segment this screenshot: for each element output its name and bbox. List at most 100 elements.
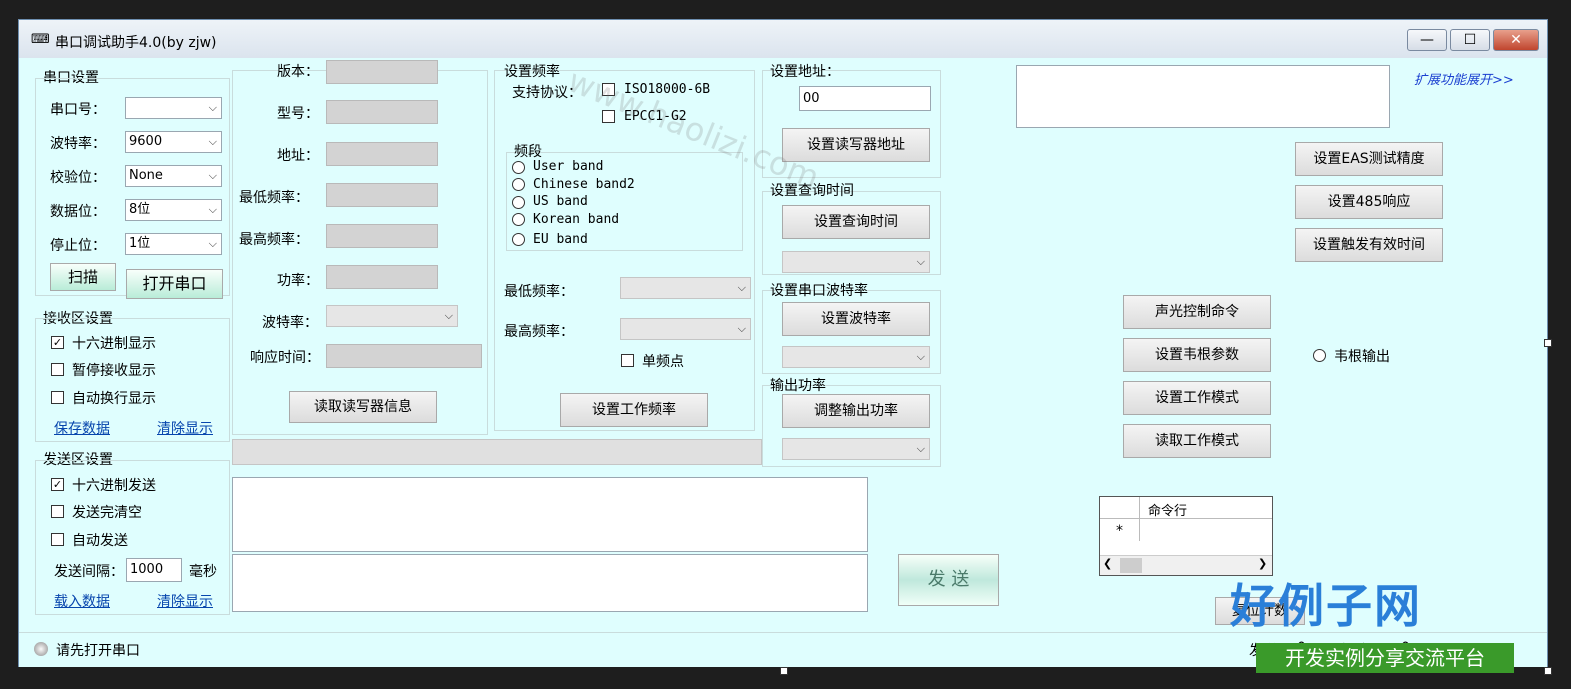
reset-count-button[interactable]: 复位计数 [1215, 597, 1305, 625]
parity-select[interactable]: None ⌵ [125, 165, 222, 187]
parity-label: 校验位： [50, 170, 106, 186]
port-label: 串口号： [50, 102, 106, 118]
expand-functions-link[interactable]: 扩展功能展开>> [1414, 69, 1514, 88]
send-button[interactable]: 发 送 [898, 554, 999, 606]
load-data-link[interactable]: 载入数据 [54, 591, 110, 611]
save-data-link[interactable]: 保存数据 [54, 418, 110, 438]
clear-send-link[interactable]: 清除显示 [157, 591, 213, 611]
sound-light-button[interactable]: 声光控制命令 [1123, 295, 1271, 329]
grid-corner [1100, 497, 1140, 519]
resize-handle-bottom[interactable] [780, 667, 788, 675]
read-work-mode-button[interactable]: 读取工作模式 [1123, 424, 1271, 458]
info-textbox[interactable] [1016, 65, 1390, 128]
grid-new-row-marker: * [1100, 519, 1140, 541]
epcc1-checkbox[interactable] [602, 110, 615, 123]
app-window: ⌨ 串口调试助手4.0(by zjw) — ☐ ✕ 串口设置 串口号： ⌵ 波特… [18, 19, 1548, 667]
set-485-response-button[interactable]: 设置485响应 [1295, 185, 1443, 219]
chevron-down-icon: ⌵ [916, 255, 925, 268]
interval-unit: 毫秒 [189, 564, 217, 580]
band-min-select[interactable]: ⌵ [620, 277, 751, 299]
band-label-us: US band [533, 194, 588, 209]
band-radio-eu[interactable] [512, 233, 525, 246]
query-group-title: 设置查询时间 [770, 183, 854, 199]
address-group-title: 设置地址： [770, 64, 840, 80]
chevron-down-icon: ⌵ [916, 350, 925, 363]
power-field [326, 265, 438, 289]
clear-receive-link[interactable]: 清除显示 [157, 418, 213, 438]
band-radio-korean[interactable] [512, 213, 525, 226]
status-text: 请先打开串口 [56, 643, 140, 659]
wiegand-output-label: 韦根输出 [1334, 349, 1390, 365]
set-work-freq-button[interactable]: 设置工作频率 [560, 393, 708, 427]
chevron-down-icon: ⌵ [208, 237, 217, 250]
sent-count-value: 0 [1297, 640, 1306, 656]
chevron-down-icon: ⌵ [444, 309, 453, 322]
single-freq-checkbox[interactable] [621, 354, 634, 367]
minimize-button[interactable]: — [1407, 29, 1447, 51]
title-bar: ⌨ 串口调试助手4.0(by zjw) — ☐ ✕ [19, 20, 1547, 58]
read-reader-info-button[interactable]: 读取读写器信息 [289, 391, 437, 423]
send-textarea[interactable] [232, 554, 868, 612]
band-radio-chinese2[interactable] [512, 178, 525, 191]
receive-textarea[interactable] [232, 477, 868, 552]
set-baud-button[interactable]: 设置波特率 [782, 302, 930, 336]
hex-display-checkbox[interactable]: ✓ [51, 336, 64, 349]
iso18000-checkbox[interactable] [602, 83, 615, 96]
window-title: 串口调试助手4.0(by zjw) [55, 35, 217, 51]
epcc1-label: EPCC1-G2 [624, 109, 687, 124]
auto-wrap-checkbox[interactable] [51, 391, 64, 404]
auto-wrap-label: 自动换行显示 [72, 391, 156, 407]
port-baud-group-title: 设置串口波特率 [770, 283, 868, 299]
scroll-thumb[interactable] [1120, 558, 1142, 573]
databits-select[interactable]: 8位 ⌵ [125, 199, 222, 221]
chevron-down-icon: ⌵ [208, 101, 217, 114]
reader-baud-select[interactable]: ⌵ [326, 305, 458, 327]
hex-send-checkbox[interactable]: ✓ [51, 478, 64, 491]
chevron-down-icon: ⌵ [208, 135, 217, 148]
stopbits-select[interactable]: 1位 ⌵ [125, 233, 222, 255]
scroll-left-icon[interactable]: ❮ [1103, 557, 1112, 570]
set-eas-precision-button[interactable]: 设置EAS测试精度 [1295, 142, 1443, 176]
port-select[interactable]: ⌵ [125, 97, 222, 119]
scan-button[interactable]: 扫描 [50, 263, 116, 291]
chevron-down-icon: ⌵ [916, 442, 925, 455]
query-time-select[interactable]: ⌵ [782, 251, 930, 273]
set-work-mode-button[interactable]: 设置工作模式 [1123, 381, 1271, 415]
port-baud-select[interactable]: ⌵ [782, 346, 930, 368]
set-reader-address-button[interactable]: 设置读写器地址 [782, 128, 930, 162]
protocol-label: 支持协议： [512, 85, 582, 101]
band-radio-user[interactable] [512, 161, 525, 174]
output-power-select[interactable]: ⌵ [782, 438, 930, 460]
clear-after-send-checkbox[interactable] [51, 505, 64, 518]
maximize-button[interactable]: ☐ [1450, 29, 1490, 51]
response-time-label: 响应时间： [250, 350, 320, 366]
scroll-right-icon[interactable]: ❯ [1258, 557, 1267, 570]
grid-hscrollbar[interactable]: ❮ ❯ [1100, 555, 1272, 575]
frequency-group-title: 设置频率 [504, 64, 560, 80]
set-query-time-button[interactable]: 设置查询时间 [782, 205, 930, 239]
pause-receive-checkbox[interactable] [51, 363, 64, 376]
close-button[interactable]: ✕ [1493, 29, 1539, 51]
baud-select[interactable]: 9600 ⌵ [125, 131, 222, 153]
chevron-down-icon: ⌵ [737, 281, 746, 294]
chevron-down-icon: ⌵ [208, 203, 217, 216]
adjust-power-button[interactable]: 调整输出功率 [782, 394, 930, 428]
power-label: 功率： [277, 273, 319, 289]
command-grid[interactable]: 命令行 * ❮ ❯ [1099, 496, 1273, 576]
wiegand-output-radio[interactable] [1313, 349, 1326, 362]
band-radio-us[interactable] [512, 196, 525, 209]
set-wiegand-params-button[interactable]: 设置韦根参数 [1123, 338, 1271, 372]
min-freq-field [326, 183, 438, 207]
recv-count-value: 0 [1401, 640, 1410, 656]
set-trigger-time-button[interactable]: 设置触发有效时间 [1295, 228, 1443, 262]
interval-input[interactable]: 1000 [126, 558, 182, 582]
resize-handle-corner[interactable] [1544, 667, 1552, 675]
band-max-select[interactable]: ⌵ [620, 318, 751, 340]
app-icon: ⌨ [31, 32, 50, 47]
grid-header-command: 命令行 [1148, 504, 1188, 519]
open-port-button[interactable]: 打开串口 [126, 269, 223, 299]
auto-send-checkbox[interactable] [51, 533, 64, 546]
reader-address-input[interactable]: 00 [799, 86, 931, 111]
recv-count-label: 接收： [1341, 643, 1383, 659]
resize-handle-right[interactable] [1544, 339, 1552, 347]
